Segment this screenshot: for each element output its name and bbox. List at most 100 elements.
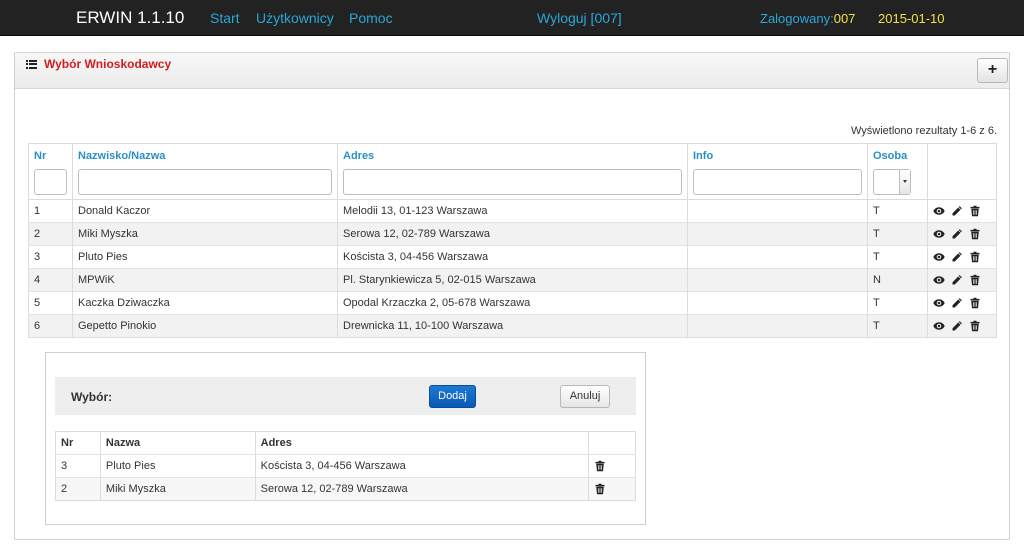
cell-nr: 6: [28, 314, 73, 338]
panel-title-text: Wybór Wnioskodawcy: [44, 57, 172, 71]
selected-header-actions: [589, 432, 636, 455]
filter-info-input[interactable]: [693, 169, 862, 195]
cell-actions: [927, 268, 997, 292]
eye-icon[interactable]: [933, 205, 945, 217]
cell-name: Gepetto Pinokio: [72, 314, 338, 338]
cell-info: [687, 314, 868, 338]
cell-nr: 5: [28, 291, 73, 315]
selection-label: Wybór:: [71, 390, 113, 404]
cell-address: Melodii 13, 01-123 Warszawa: [337, 199, 688, 223]
pencil-icon[interactable]: [951, 205, 963, 217]
top-navbar: ERWIN 1.1.10 Start Użytkownicy Pomoc Wyl…: [0, 0, 1024, 36]
eye-icon[interactable]: [933, 228, 945, 240]
trash-icon[interactable]: [969, 297, 981, 309]
cell-address: Opodal Krzaczka 2, 05-678 Warszawa: [337, 291, 688, 315]
table-row[interactable]: 6 Gepetto Pinokio Drewnicka 11, 10-100 War…: [28, 314, 997, 338]
pencil-icon[interactable]: [951, 320, 963, 332]
selected-row[interactable]: 3 Pluto Pies Koścista 3, 04-456 Warszawa: [55, 454, 636, 478]
trash-icon[interactable]: [969, 205, 981, 217]
table-header-row: Nr Nazwisko/Nazwa Adres Info Osoba: [28, 143, 997, 200]
filter-person-select[interactable]: [873, 169, 911, 195]
trash-icon[interactable]: [969, 228, 981, 240]
logged-in-info: Zalogowany:007: [760, 11, 855, 26]
logged-label: Zalogowany:: [760, 11, 834, 26]
pencil-icon[interactable]: [951, 251, 963, 263]
cell-actions: [927, 222, 997, 246]
pencil-icon[interactable]: [951, 274, 963, 286]
trash-icon[interactable]: [969, 274, 981, 286]
panel-title: Wybór Wnioskodawcy: [26, 57, 171, 71]
panel-heading: Wybór Wnioskodawcy +: [15, 53, 1009, 89]
pencil-icon[interactable]: [951, 297, 963, 309]
cell-person: T: [867, 222, 928, 246]
column-header-label: Info: [693, 150, 714, 162]
table-row[interactable]: 4 MPWiK Pl. Starynkiewicza 5, 02-015 Warsz…: [28, 268, 997, 292]
column-header-address[interactable]: Adres: [337, 143, 688, 200]
cell-info: [687, 245, 868, 269]
cell-name: Pluto Pies: [72, 245, 338, 269]
trash-icon[interactable]: [594, 483, 606, 495]
nav-link-help[interactable]: Pomoc: [349, 10, 393, 26]
cell-actions: [927, 314, 997, 338]
table-row[interactable]: 3 Pluto Pies Koścista 3, 04-456 Warszawa T: [28, 245, 997, 269]
filter-nr-input[interactable]: [34, 169, 67, 195]
table-row[interactable]: 5 Kaczka Dziwaczka Opodal Krzaczka 2, 05-6…: [28, 291, 997, 315]
cell-address: Drewnicka 11, 10-100 Warszawa: [337, 314, 688, 338]
eye-icon[interactable]: [933, 251, 945, 263]
cell-address: Pl. Starynkiewicza 5, 02-015 Warszawa: [337, 268, 688, 292]
results-info: Wyświetlono rezultaty 1-6 z 6.: [850, 125, 997, 137]
selected-cell-address: Serowa 12, 02-789 Warszawa: [255, 477, 590, 501]
cell-nr: 3: [28, 245, 73, 269]
selected-cell-address: Koścista 3, 04-456 Warszawa: [255, 454, 590, 478]
column-header-info[interactable]: Info: [687, 143, 868, 200]
filter-name-input[interactable]: [78, 169, 332, 195]
nav-link-users[interactable]: Użytkownicy: [256, 10, 334, 26]
selected-header-row: Nr Nazwa Adres: [55, 431, 636, 455]
cell-nr: 4: [28, 268, 73, 292]
cell-actions: [927, 291, 997, 315]
applicants-table: Nr Nazwisko/Nazwa Adres Info Osoba 1 Don…: [28, 143, 997, 338]
selected-header-name: Nazwa: [100, 431, 256, 455]
selected-cell-actions: [588, 477, 636, 501]
eye-icon[interactable]: [933, 320, 945, 332]
column-header-label: Nazwisko/Nazwa: [78, 150, 166, 162]
cell-nr: 2: [28, 222, 73, 246]
cancel-button[interactable]: Anuluj: [560, 385, 610, 408]
column-header-label: Nr: [34, 150, 47, 162]
cell-person: T: [867, 199, 928, 223]
cell-info: [687, 291, 868, 315]
trash-icon[interactable]: [594, 460, 606, 472]
column-header-nr[interactable]: Nr: [28, 143, 73, 200]
cell-info: [687, 268, 868, 292]
filter-address-input[interactable]: [343, 169, 682, 195]
eye-icon[interactable]: [933, 297, 945, 309]
trash-icon[interactable]: [969, 251, 981, 263]
cell-actions: [927, 199, 997, 223]
chevron-down-icon: [899, 170, 910, 194]
current-date: 2015-01-10: [878, 11, 945, 26]
cell-name: MPWiK: [72, 268, 338, 292]
column-header-name[interactable]: Nazwisko/Nazwa: [72, 143, 338, 200]
list-icon: [26, 59, 37, 69]
add-applicant-button[interactable]: +: [977, 58, 1008, 83]
cell-person: T: [867, 291, 928, 315]
cell-info: [687, 222, 868, 246]
pencil-icon[interactable]: [951, 228, 963, 240]
table-row[interactable]: 2 Miki Myszka Serowa 12, 02-789 Warszawa T: [28, 222, 997, 246]
logout-link[interactable]: Wyloguj [007]: [537, 10, 622, 26]
table-row[interactable]: 1 Donald Kaczor Melodii 13, 01-123 Warszaw…: [28, 199, 997, 223]
selected-row[interactable]: 2 Miki Myszka Serowa 12, 02-789 Warszawa: [55, 477, 636, 501]
selected-header-address: Adres: [255, 431, 590, 455]
selection-toolbar: Wybór: Dodaj Anuluj: [55, 377, 636, 415]
app-brand[interactable]: ERWIN 1.1.10: [76, 8, 184, 28]
cell-address: Koścista 3, 04-456 Warszawa: [337, 245, 688, 269]
trash-icon[interactable]: [969, 320, 981, 332]
selected-cell-actions: [588, 454, 636, 478]
eye-icon[interactable]: [933, 274, 945, 286]
add-button[interactable]: Dodaj: [429, 385, 476, 408]
cell-person: T: [867, 245, 928, 269]
column-header-person[interactable]: Osoba: [867, 143, 928, 200]
nav-link-start[interactable]: Start: [210, 10, 240, 26]
selected-header-nr: Nr: [55, 431, 101, 455]
selected-cell-nr: 3: [55, 454, 101, 478]
